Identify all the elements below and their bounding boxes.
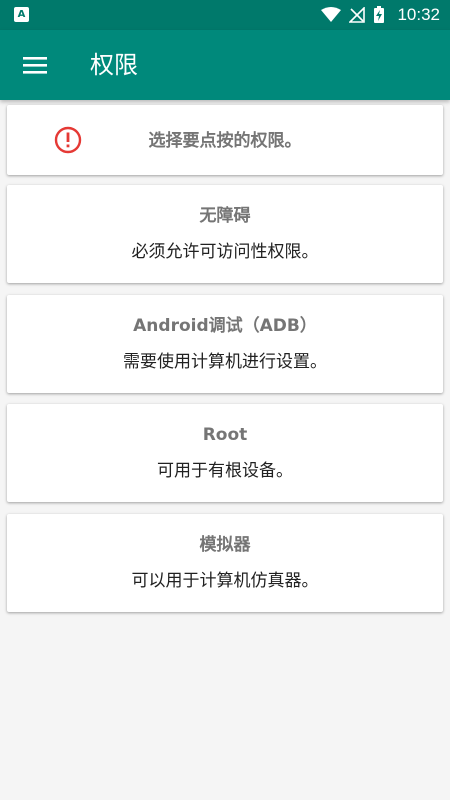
option-description: 可以用于计算机仿真器。 <box>131 571 319 591</box>
app-notification-icon: A <box>14 7 29 22</box>
option-title: Android调试（ADB） <box>133 316 317 336</box>
option-adb[interactable]: Android调试（ADB） 需要使用计算机进行设置。 <box>7 295 443 393</box>
option-emulator[interactable]: 模拟器 可以用于计算机仿真器。 <box>7 514 443 612</box>
app-bar: 权限 <box>0 30 450 100</box>
option-description: 必须允许可访问性权限。 <box>131 242 319 262</box>
status-icons: 10:32 <box>321 0 440 30</box>
status-bar: A 10:32 <box>0 0 450 30</box>
option-description: 需要使用计算机进行设置。 <box>123 352 327 372</box>
option-title: 无障碍 <box>199 206 251 226</box>
option-title: Root <box>202 425 248 445</box>
no-signal-icon <box>349 7 366 23</box>
status-time: 10:32 <box>397 5 440 24</box>
wifi-icon <box>321 7 342 22</box>
option-accessibility[interactable]: 无障碍 必须允许可访问性权限。 <box>7 185 443 283</box>
option-description: 可用于有根设备。 <box>157 461 293 481</box>
menu-icon[interactable] <box>23 55 47 75</box>
info-text: 选择要点按的权限。 <box>148 131 302 151</box>
info-card: 选择要点按的权限。 <box>7 105 443 175</box>
page-title: 权限 <box>90 51 138 79</box>
option-title: 模拟器 <box>199 535 251 555</box>
battery-charging-icon <box>374 6 385 23</box>
option-root[interactable]: Root 可用于有根设备。 <box>7 404 443 502</box>
